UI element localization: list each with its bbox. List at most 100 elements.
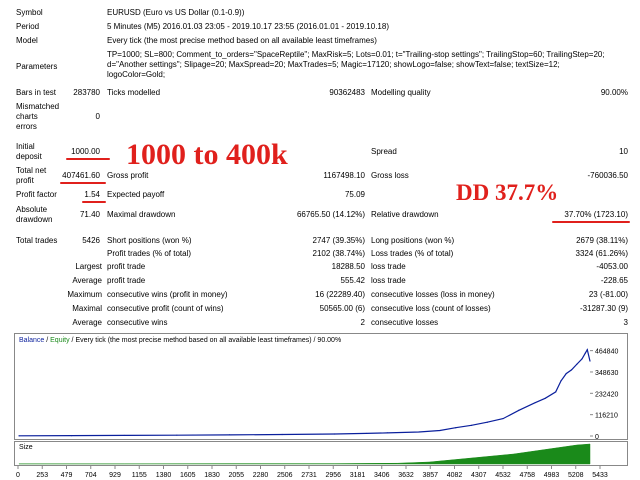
total-trades-value: 5426 [82, 236, 100, 245]
rel-dd-underline [552, 221, 630, 223]
profit-trades-value: 2102 (38.74%) [312, 249, 365, 258]
gross-loss-label: Gross loss [371, 171, 409, 180]
maximal-cons-loss-value: -31287.30 (9) [579, 304, 628, 313]
balance-point [576, 363, 578, 365]
balance-point [589, 360, 591, 362]
y-tick-label: 232420 [595, 391, 618, 398]
x-tick-label: 1155 [132, 472, 147, 479]
net-profit-label-1: Total net [16, 166, 47, 175]
size-chart-svg [18, 443, 591, 465]
largest-loss-label: loss trade [371, 262, 406, 271]
balance-point [565, 372, 567, 375]
x-tick-label: 0 [16, 472, 20, 479]
bars-value: 283780 [73, 88, 100, 97]
x-tick-label: 4307 [471, 472, 487, 479]
quality-label: Modelling quality [371, 88, 431, 97]
x-tick-label: 2055 [228, 472, 244, 479]
profit-factor-underline [82, 201, 106, 203]
x-tick-label: 2280 [253, 472, 269, 479]
symbol-value: EURUSD (Euro vs US Dollar (0.1-0.9)) [107, 8, 245, 17]
balance-point [518, 409, 520, 411]
bars-label: Bars in test [16, 88, 57, 97]
x-tick-label: 929 [109, 472, 121, 479]
ticks-value: 90362483 [329, 88, 365, 97]
balance-point [228, 434, 231, 436]
largest-label: Largest [75, 262, 102, 271]
abs-dd-value: 71.40 [79, 210, 100, 219]
balance-point [386, 432, 388, 434]
x-tick-label: 3632 [398, 472, 414, 479]
x-tick-label: 2731 [301, 472, 317, 479]
x-axis: 0 253 479 704 929 1155 1380 1605 1830 2055 2280 250… [16, 466, 608, 479]
mismatch-label-1: Mismatched [16, 102, 60, 111]
x-tick-label: 253 [36, 472, 48, 479]
x-tick-label: 2506 [277, 472, 293, 479]
mismatch-label-2: charts [16, 112, 38, 121]
max-cons-losses-value: 23 (-81.00) [588, 290, 628, 299]
x-tick-label: 3406 [374, 472, 390, 479]
period-value: 5 Minutes (M5) 2016.01.03 23:05 - 2019.1… [107, 22, 389, 31]
balance-series-line [18, 348, 591, 437]
symbol-label: Symbol [16, 8, 43, 17]
rel-dd-label: Relative drawdown [371, 210, 439, 219]
max-dd-value: 66765.50 (14.12%) [296, 210, 365, 219]
deposit-underline [66, 158, 110, 160]
growth-annotation: 1000 to 400k [126, 138, 288, 171]
avg-cons-losses-value: 3 [623, 318, 628, 327]
net-profit-value: 407461.60 [62, 171, 100, 180]
balance-point [470, 424, 473, 426]
balance-point [71, 435, 73, 437]
balance-point [281, 433, 283, 436]
size-chart: Size [14, 441, 628, 466]
maximal-label: Maximal [72, 304, 102, 313]
x-tick-label: 1605 [180, 472, 196, 479]
loss-trades-label: Loss trades (% of total) [371, 249, 454, 258]
x-tick-label: 479 [61, 472, 73, 479]
mismatch-label-3: errors [16, 122, 37, 131]
average-label: Average [72, 276, 102, 285]
spread-label: Spread [371, 147, 397, 156]
ticks-label: Ticks modelled [107, 88, 161, 97]
x-tick-label: 4532 [495, 472, 511, 479]
maximal-cons-profit-value: 50565.00 (6) [319, 304, 365, 313]
y-tick-label: 0 [595, 434, 599, 439]
balance-point [586, 349, 588, 351]
x-tick-label: 3857 [422, 472, 438, 479]
balance-chart-svg: 464840 348630 232420 116210 0 [18, 348, 618, 439]
quality-value: 90.00% [600, 88, 628, 97]
balance-point [544, 397, 546, 399]
net-profit-label-2: profit [16, 176, 34, 185]
x-tick-label: 1380 [156, 472, 172, 479]
x-tick-label: 5433 [592, 472, 608, 479]
maximal-cons-profit-label: consecutive profit (count of wins) [107, 304, 224, 313]
avg-cons-losses-label: consecutive losses [371, 318, 439, 327]
balance-point [570, 369, 573, 371]
max-cons-losses-label: consecutive losses (loss in money) [371, 290, 495, 299]
avg-cons-wins-label: consecutive wins [107, 318, 168, 327]
deposit-value: 1000.00 [71, 147, 100, 156]
balance-point [560, 380, 562, 382]
expected-payoff-value: 75.09 [344, 190, 365, 199]
period-label: Period [16, 22, 40, 31]
rel-dd-value: 37.70% (1723.10) [564, 210, 628, 219]
balance-point [18, 435, 20, 437]
parameters-line-1: TP=1000; SL=800; Comment_to_orders="Spac… [107, 50, 605, 59]
balance-point [581, 358, 583, 360]
maximum-label: Maximum [67, 290, 102, 299]
mismatch-value: 0 [95, 112, 100, 121]
parameters-line-3: logoColor=Gold; [107, 70, 166, 79]
y-tick-label: 348630 [595, 370, 618, 377]
balance-point [555, 391, 557, 393]
max-dd-label: Maximal drawdown [107, 210, 176, 219]
long-label: Long positions (won %) [371, 236, 455, 245]
size-series-area [18, 443, 591, 465]
average-loss-label: loss trade [371, 276, 406, 285]
balance-point [418, 431, 420, 433]
deposit-label-2: deposit [16, 152, 42, 161]
abs-dd-label-1: Absolute [16, 205, 48, 214]
drawdown-annotation: DD 37.7% [456, 180, 559, 205]
avg-label: Average [72, 318, 102, 327]
max-cons-wins-label: consecutive wins (profit in money) [107, 290, 228, 299]
x-tick-label: 704 [85, 472, 97, 479]
y-tick-label: 116210 [595, 413, 618, 420]
